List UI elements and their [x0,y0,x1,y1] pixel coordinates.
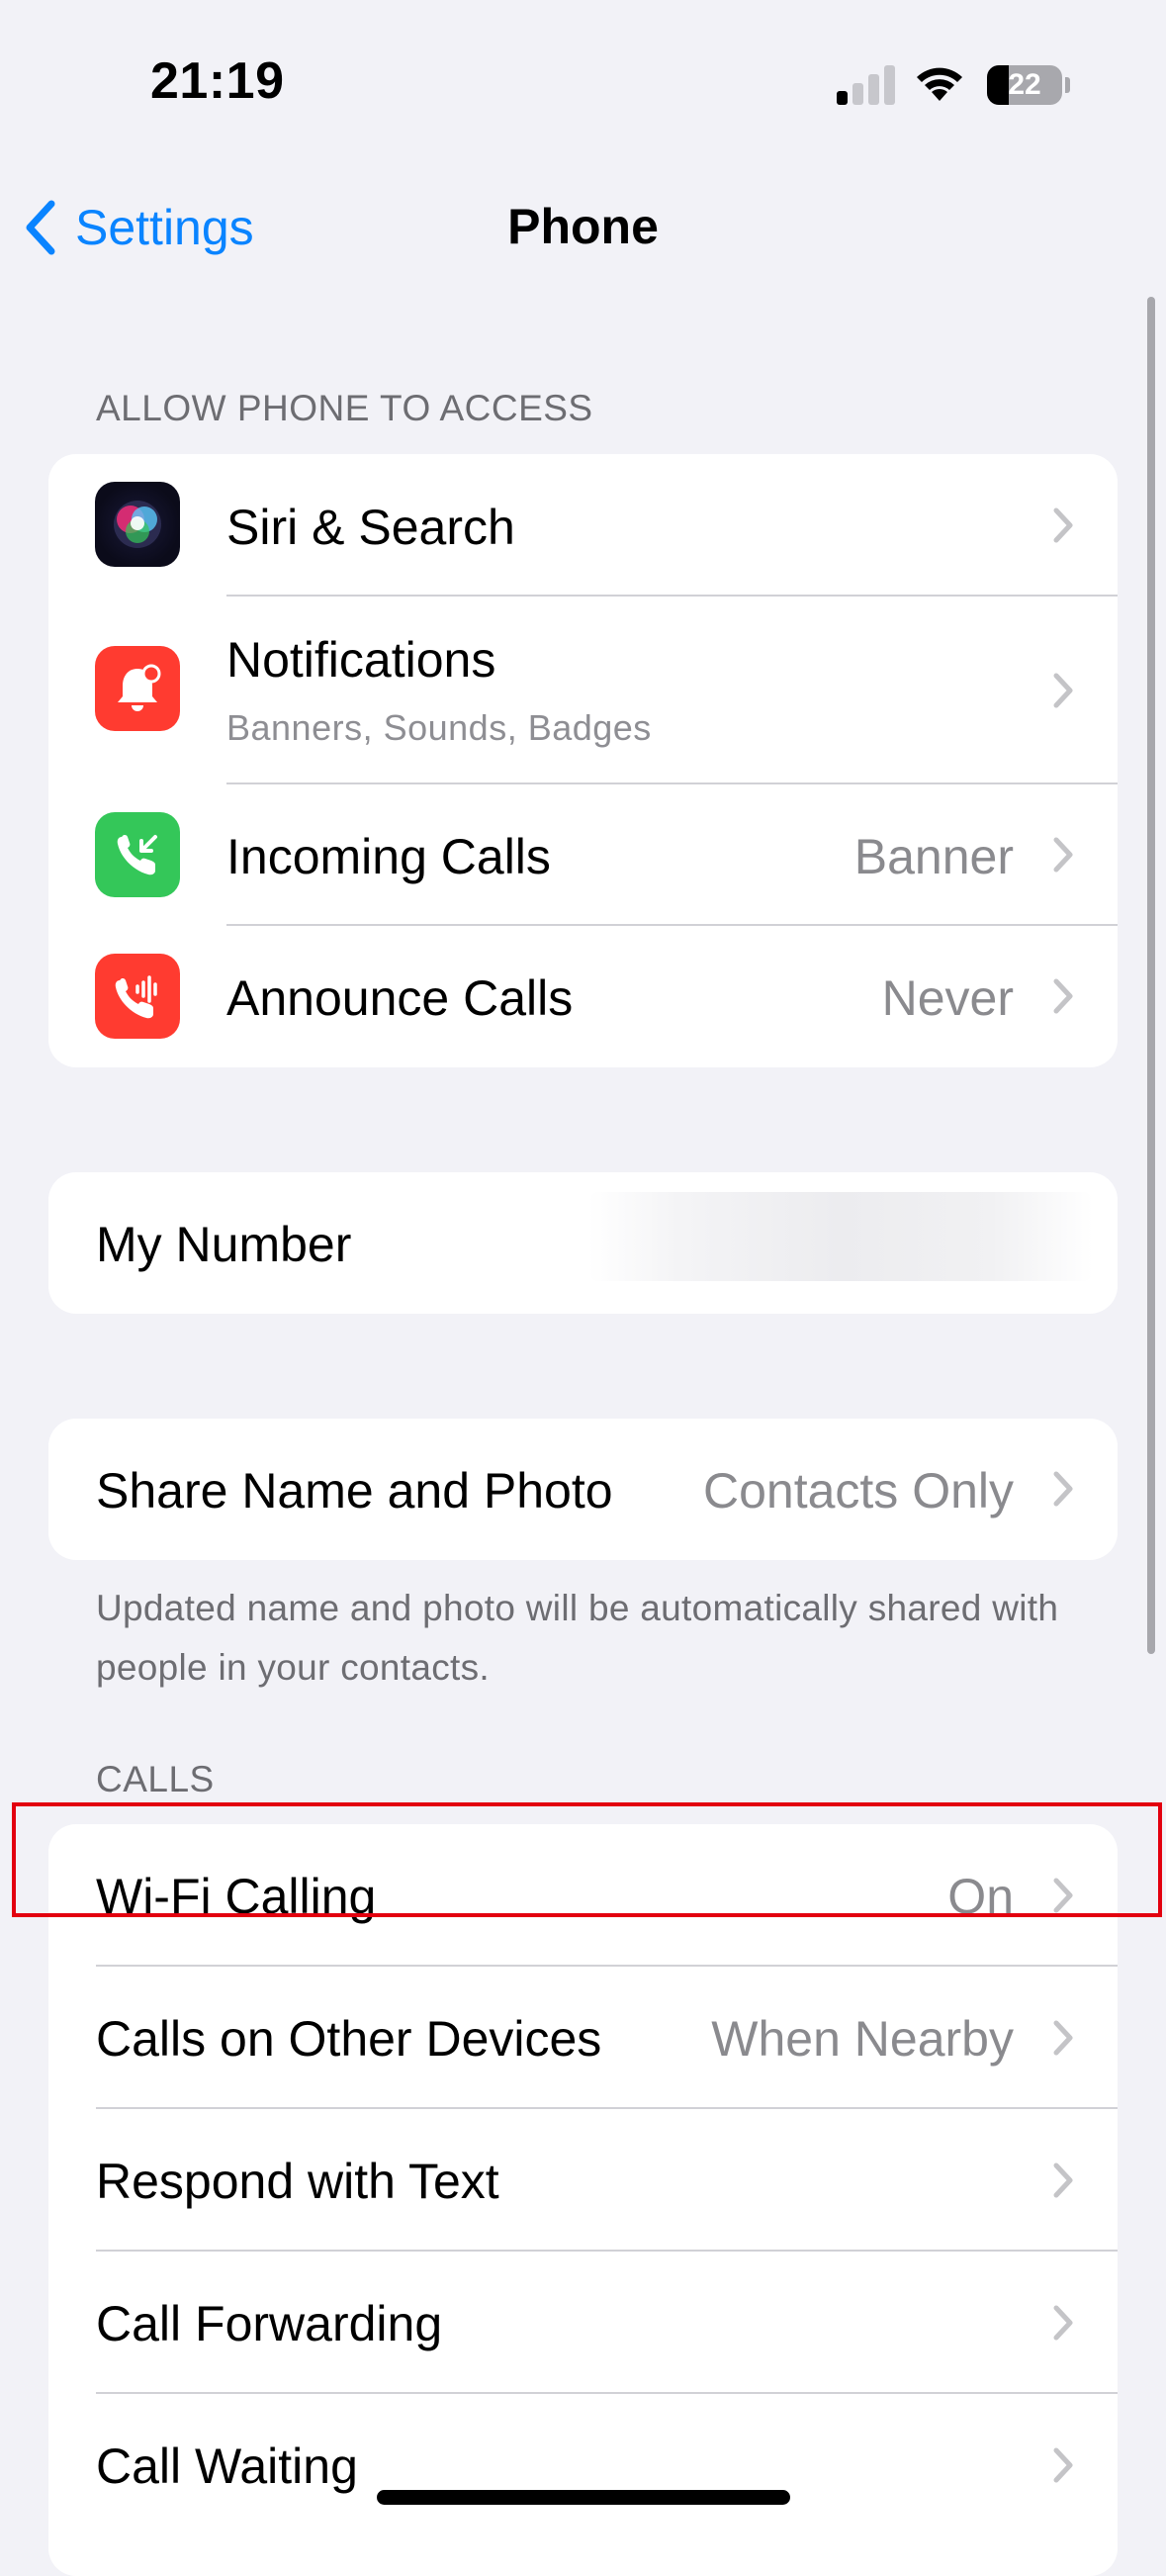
chevron-right-icon [1053,1471,1073,1507]
calls-group: Wi-Fi Calling On Calls on Other Devices … [48,1824,1118,2576]
share-name-group: Share Name and Photo Contacts Only [48,1419,1118,1560]
incoming-calls-label: Incoming Calls [226,829,551,884]
siri-search-row[interactable]: Siri & Search [48,454,1118,597]
chevron-right-icon [1053,2020,1073,2056]
my-number-label: My Number [96,1217,352,1272]
calls-other-devices-label: Calls on Other Devices [96,2011,602,2067]
chevron-right-icon [1053,978,1073,1014]
call-forwarding-label: Call Forwarding [96,2296,443,2351]
call-forwarding-row[interactable]: Call Forwarding [48,2252,1118,2394]
call-waiting-label: Call Waiting [96,2438,358,2494]
respond-with-text-row[interactable]: Respond with Text [48,2109,1118,2252]
chevron-right-icon [1053,507,1073,543]
chevron-right-icon [1053,1878,1073,1913]
share-name-photo-value: Contacts Only [702,1463,1014,1518]
cellular-signal-icon [837,65,896,105]
home-indicator[interactable] [377,2490,790,2505]
redacted-phone-number [588,1192,1093,1281]
section-header-allow-access: ALLOW PHONE TO ACCESS [96,388,593,428]
navigation-bar: Settings Phone [0,168,1166,287]
siri-search-label: Siri & Search [226,500,515,555]
respond-with-text-label: Respond with Text [96,2154,499,2209]
wifi-calling-value: On [947,1869,1014,1924]
incoming-calls-row[interactable]: Incoming Calls Banner [48,784,1118,926]
phone-waveform-icon [95,954,180,1039]
chevron-right-icon [1053,2447,1073,2483]
chevron-right-icon [1053,2305,1073,2341]
notifications-subtitle: Banners, Sounds, Badges [226,707,652,748]
calls-other-devices-row[interactable]: Calls on Other Devices When Nearby [48,1967,1118,2109]
chevron-right-icon [1053,2162,1073,2198]
battery-icon: 22 [987,65,1062,105]
section-header-calls: CALLS [96,1759,215,1799]
scroll-indicator[interactable] [1147,297,1155,1654]
calls-other-devices-value: When Nearby [711,2011,1014,2067]
share-name-photo-row[interactable]: Share Name and Photo Contacts Only [48,1419,1118,1560]
allow-access-group: Siri & Search Notifications Banners, Sou… [48,454,1118,1067]
notifications-label: Notifications [226,632,496,688]
chevron-right-icon [1053,837,1073,873]
wifi-calling-label: Wi-Fi Calling [96,1869,377,1924]
announce-calls-value: Never [881,970,1014,1026]
phone-incoming-icon [95,812,180,897]
wifi-calling-row[interactable]: Wi-Fi Calling On [48,1824,1118,1967]
my-number-row[interactable]: My Number [48,1172,1118,1314]
notifications-row[interactable]: Notifications Banners, Sounds, Badges [48,597,1118,784]
share-name-photo-label: Share Name and Photo [96,1463,613,1518]
status-time: 21:19 [150,52,285,110]
battery-level: 22 [1008,68,1041,101]
page-title: Phone [507,199,659,254]
siri-orb-icon [95,482,180,567]
announce-calls-label: Announce Calls [226,970,574,1026]
announce-calls-row[interactable]: Announce Calls Never [48,926,1118,1067]
my-number-group: My Number [48,1172,1118,1314]
call-waiting-row[interactable]: Call Waiting [48,2394,1118,2536]
status-bar: 21:19 22 [0,0,1166,168]
bell-badge-icon [95,646,180,731]
battery-tip [1065,77,1070,93]
incoming-calls-value: Banner [853,829,1014,884]
share-name-footer: Updated name and photo will be automatic… [96,1588,1059,1688]
chevron-right-icon [1053,673,1073,708]
wifi-icon [917,67,962,101]
